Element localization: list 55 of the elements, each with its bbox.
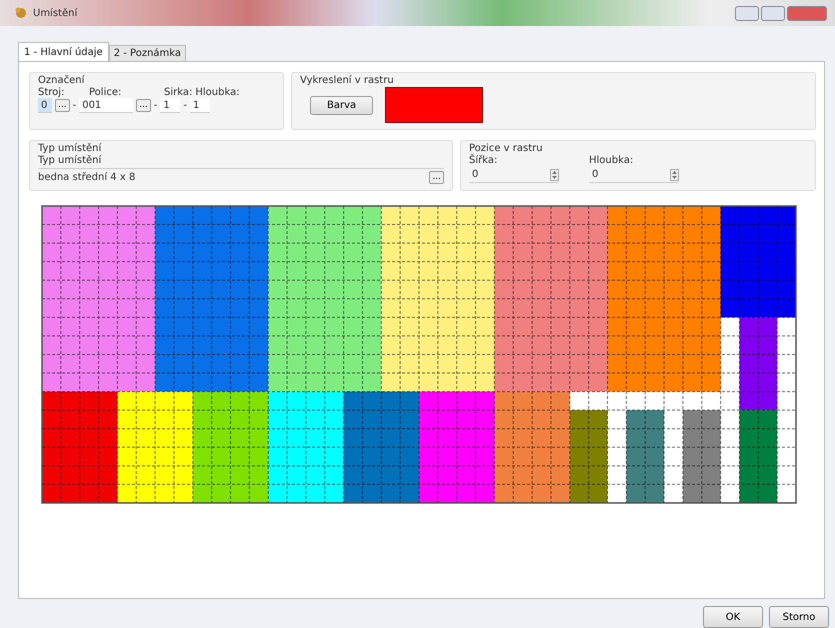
placement-block[interactable] bbox=[268, 392, 344, 503]
group-title: Typ umístění bbox=[38, 143, 102, 154]
placement-block[interactable] bbox=[682, 410, 721, 503]
spin-field[interactable]: 0 bbox=[589, 167, 679, 183]
window-title: Umístění bbox=[33, 8, 78, 18]
group-title: Pozice v rastru bbox=[469, 143, 543, 154]
separator: - bbox=[183, 100, 188, 111]
spin-arrows-icon[interactable] bbox=[550, 168, 559, 180]
placement-block[interactable] bbox=[419, 392, 494, 503]
spin-arrows-icon[interactable] bbox=[670, 168, 679, 180]
tab[interactable]: 1 - Hlavní údaje bbox=[18, 42, 109, 61]
input-field[interactable]: 001 bbox=[79, 98, 134, 113]
field-label: Stroj: bbox=[38, 87, 66, 98]
app-icon bbox=[14, 7, 28, 19]
placement-block[interactable] bbox=[608, 206, 721, 392]
placement-block[interactable] bbox=[117, 392, 193, 503]
placement-block[interactable] bbox=[42, 392, 118, 503]
tab[interactable]: 2 - Poznámka bbox=[108, 45, 186, 61]
spin-field[interactable]: 0 bbox=[469, 167, 559, 183]
placement-block[interactable] bbox=[268, 206, 382, 392]
minimize-button[interactable] bbox=[735, 6, 759, 20]
close-button[interactable] bbox=[787, 6, 827, 20]
browse-button[interactable]: ... bbox=[55, 99, 70, 112]
field-label: Police: bbox=[89, 87, 122, 98]
placement-block[interactable] bbox=[494, 392, 570, 503]
field-label: Hloubka: bbox=[589, 155, 634, 166]
field-label: Sirka: bbox=[164, 87, 192, 98]
placement-block[interactable] bbox=[155, 206, 268, 392]
field-label: Šířka: bbox=[469, 155, 498, 166]
separator: - bbox=[72, 100, 76, 111]
placement-block[interactable] bbox=[381, 206, 494, 392]
group-title: Označení bbox=[38, 75, 84, 86]
field-label: Typ umístění bbox=[38, 155, 102, 166]
placement-block[interactable] bbox=[739, 410, 778, 503]
color-button[interactable]: Barva bbox=[310, 96, 374, 114]
group-title: Vykreslení v rastru bbox=[300, 75, 394, 86]
input-field[interactable]: 1 bbox=[160, 98, 180, 113]
placement-block[interactable] bbox=[570, 410, 608, 503]
placement-block[interactable] bbox=[494, 206, 608, 392]
placement-block[interactable] bbox=[626, 410, 664, 503]
input-field[interactable]: 0 bbox=[38, 98, 52, 113]
placement-block[interactable] bbox=[739, 317, 778, 410]
cancel-button[interactable]: Storno bbox=[769, 606, 829, 628]
maximize-button[interactable] bbox=[761, 6, 785, 20]
separator: - bbox=[154, 100, 158, 111]
browse-button[interactable]: ... bbox=[429, 171, 444, 184]
placement-block[interactable] bbox=[344, 392, 419, 503]
placement-block[interactable] bbox=[42, 206, 156, 392]
browse-button[interactable]: ... bbox=[136, 99, 151, 112]
placement-block[interactable] bbox=[720, 206, 796, 318]
ok-button[interactable]: OK bbox=[703, 606, 763, 628]
placement-block[interactable] bbox=[192, 392, 268, 503]
field-label: Hloubka: bbox=[195, 87, 240, 98]
input-field[interactable]: 1 bbox=[190, 98, 210, 113]
type-field[interactable]: bedna střední 4 x 8 bbox=[38, 172, 136, 183]
